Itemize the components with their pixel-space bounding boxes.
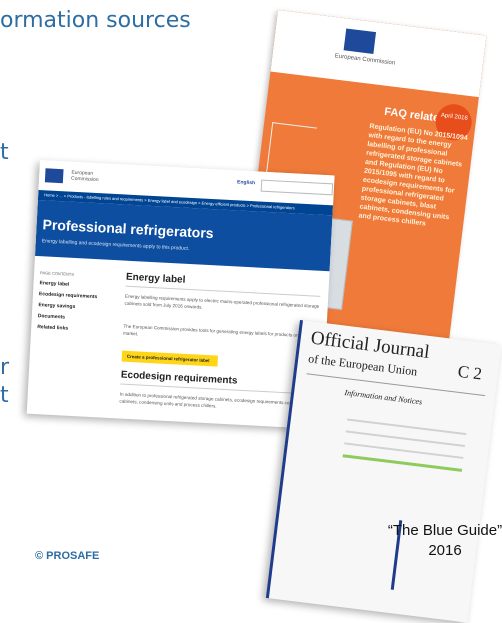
sidebar-item-ecodesign[interactable]: Ecodesign requirements <box>39 291 98 300</box>
language-selector[interactable]: English <box>237 179 255 186</box>
copyright-text: © PROSAFE <box>35 550 100 562</box>
faq-cover-top <box>270 10 487 98</box>
slide-text-fragment: r <box>0 355 10 380</box>
ec-logo-icon <box>44 168 64 184</box>
section-heading-energy-label: Energy label <box>125 271 186 286</box>
energy-label-paragraph: The European Commission provides tools f… <box>122 323 315 339</box>
energy-label-paragraph: Energy labelling requirements apply to e… <box>124 293 320 310</box>
slide-text-fragment: t <box>0 140 9 165</box>
faq-body-text: Regulation (EU) No 2015/1094 with regard… <box>358 123 468 228</box>
slide-text-fragment: t <box>0 383 9 408</box>
slide-heading: ormation sources <box>0 8 191 33</box>
ec-logo-icon <box>343 28 377 54</box>
oj-highlight-line <box>342 454 463 472</box>
blue-guide-title: “The Blue Guide” <box>387 522 502 539</box>
web-org-name: European Commission <box>70 169 99 184</box>
sidebar-item-related-links[interactable]: Related links <box>37 324 68 332</box>
sidebar-item-energy-savings[interactable]: Energy savings <box>38 302 75 310</box>
official-journal-cover: Official Journal of the European Union C… <box>265 320 502 623</box>
sidebar-item-energy-label[interactable]: Energy label <box>39 280 69 288</box>
oj-series: C 2 <box>456 361 484 384</box>
web-page-screenshot: European Commission English Home > ... >… <box>26 160 335 430</box>
ecodesign-paragraph: In addition to professional refrigerated… <box>119 391 307 409</box>
blue-guide-caption: “The Blue Guide” 2016 <box>375 521 502 561</box>
oj-section-title: Information and Notices <box>343 387 423 407</box>
sidebar-heading: PAGE CONTENTS <box>39 270 75 277</box>
create-label-button[interactable]: Create a professional refrigerator label <box>121 350 219 367</box>
sidebar-item-documents[interactable]: Documents <box>38 313 66 320</box>
blue-guide-year: 2016 <box>428 542 462 559</box>
